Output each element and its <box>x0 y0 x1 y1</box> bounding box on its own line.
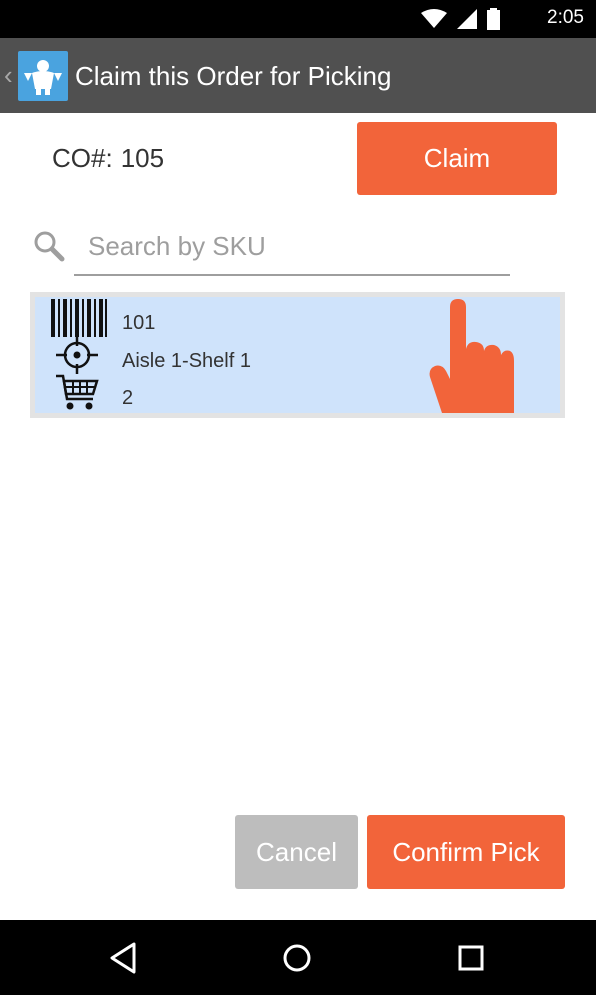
list-item[interactable]: 101 Aisle 1-Shelf 1 2 <box>30 292 565 418</box>
wifi-icon <box>421 9 447 28</box>
status-icons <box>421 8 500 30</box>
item-location: Aisle 1-Shelf 1 <box>122 350 251 372</box>
chevron-left-icon[interactable]: ‹ <box>4 60 13 90</box>
status-time: 2:05 <box>547 7 584 28</box>
cancel-button[interactable]: Cancel <box>235 815 358 889</box>
pointing-hand-icon[interactable] <box>428 299 514 413</box>
status-bar: 2:05 <box>0 0 596 38</box>
order-number-value: 105 <box>120 143 165 173</box>
back-triangle-icon[interactable] <box>104 938 144 978</box>
order-number-label: CO#: <box>52 143 113 173</box>
search-input[interactable] <box>74 218 510 276</box>
item-sku: 101 <box>122 312 156 334</box>
claim-button[interactable]: Claim <box>357 122 557 195</box>
list-item-body[interactable]: 101 Aisle 1-Shelf 1 2 <box>35 297 560 413</box>
system-nav-bar <box>0 920 596 995</box>
cellular-signal-icon <box>457 9 477 29</box>
recents-square-icon[interactable] <box>451 938 491 978</box>
action-bar: ‹ Claim this Order for Picking <box>0 38 596 113</box>
home-circle-icon[interactable] <box>277 938 317 978</box>
battery-icon <box>487 8 500 30</box>
order-number: CO#: 105 <box>52 142 164 174</box>
barcode-icon <box>51 299 107 337</box>
cart-icon <box>56 374 99 410</box>
location-target-icon <box>56 336 98 374</box>
app-logo-icon[interactable] <box>18 51 68 101</box>
search-icon <box>34 231 65 262</box>
page-title: Claim this Order for Picking <box>75 61 392 91</box>
confirm-pick-button[interactable]: Confirm Pick <box>367 815 565 889</box>
item-quantity: 2 <box>122 387 134 409</box>
